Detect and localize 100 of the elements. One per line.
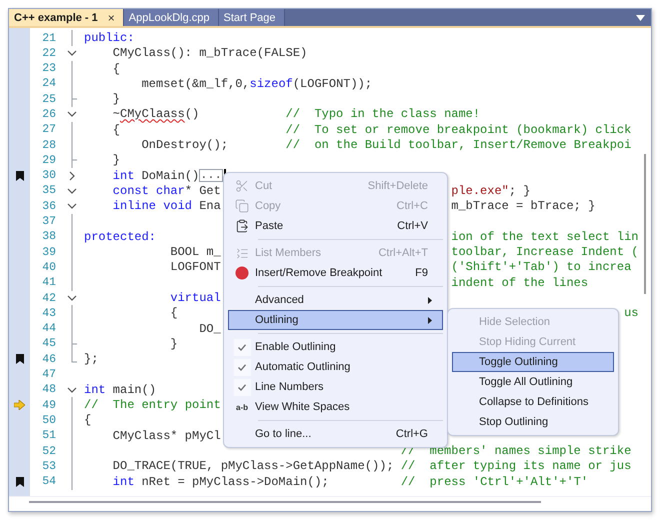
chevron-down-icon[interactable] (68, 387, 76, 393)
shortcut-text: Shift+Delete (368, 180, 428, 192)
chevron-down-icon[interactable] (68, 112, 76, 118)
line-number: 54 (41, 475, 57, 488)
line-number: 21 (41, 32, 57, 44)
line-number: 22 (41, 46, 57, 60)
editor-tab[interactable]: C++ example - 1 × (9, 9, 124, 26)
line-number: 49 (41, 398, 57, 412)
line-number: 26 (41, 108, 57, 121)
shortcut-text: Ctrl+Alt+T (378, 247, 428, 259)
dropdown-arrow-icon[interactable] (636, 15, 645, 21)
line-number: 53 (41, 460, 57, 473)
line-number: 46 (41, 352, 57, 366)
list-icon (236, 246, 248, 260)
paste-icon (235, 219, 249, 233)
code-line: }; (84, 352, 98, 366)
code-line: DO_ (199, 322, 221, 336)
line-number: 28 (41, 138, 57, 152)
menu-item[interactable]: Automatic Outlining (228, 357, 443, 377)
line-number: 23 (41, 62, 57, 76)
line-number: 41 (41, 276, 57, 290)
chevron-down-icon[interactable] (68, 296, 76, 301)
shortcut-text: F9 (415, 267, 428, 279)
submenu-arrow-icon (428, 316, 432, 324)
code-line: } (170, 336, 178, 351)
code-line: inline void Ena (112, 199, 221, 214)
close-tab-button[interactable]: × (108, 10, 115, 24)
code-text: m_bTrace = bTrace; } (451, 199, 596, 214)
line-number: 50 (41, 414, 57, 427)
line-number: 42 (41, 292, 57, 305)
scrollbar-thumb[interactable] (644, 154, 646, 294)
code-line: // The entry point (84, 398, 221, 412)
code-line: CMyClass(): m_bTrace(FALSE) (112, 46, 308, 60)
line-number: 51 (41, 429, 57, 442)
line-number: 36 (41, 200, 57, 213)
line-number: 38 (41, 230, 57, 244)
menu-item[interactable]: Toggle All Outlining (452, 372, 614, 392)
code-line: virtual (170, 291, 221, 306)
code-line: } (112, 92, 120, 106)
chevron-down-icon[interactable] (68, 50, 76, 56)
line-number: 44 (41, 322, 57, 336)
editor-tab[interactable]: Start Page (218, 9, 285, 26)
menu-item[interactable]: Line Numbers (228, 377, 443, 397)
scissors-icon (235, 179, 249, 193)
menu-item[interactable]: Toggle Outlining (452, 352, 614, 372)
menu-item[interactable]: Collapse to Definitions (452, 392, 614, 412)
shortcut-text: Ctrl+V (397, 220, 428, 232)
whitespace-icon: a-b (236, 402, 248, 412)
code-line: CMyClass* pMyCl (112, 428, 221, 443)
shortcut-text: Ctrl+G (396, 428, 428, 440)
submenu-arrow-icon (428, 296, 432, 304)
scrollbar-thumb[interactable] (29, 501, 541, 503)
line-number: 40 (41, 260, 57, 274)
code-line: protected: (84, 230, 156, 244)
line-number: 48 (41, 383, 57, 396)
code-line: public: (84, 31, 134, 45)
menu-item[interactable]: Stop Outlining (452, 412, 614, 432)
breakpoint-icon (235, 266, 249, 280)
code-line: LOGFONT (170, 260, 221, 274)
line-number: 35 (41, 184, 57, 198)
editor-tab[interactable]: AppLookDlg.cpp (124, 9, 219, 26)
code-line: { (170, 306, 178, 320)
code-line: ~CMyClaass() // Typo in the class name! (112, 107, 480, 122)
code-line: const char* Get (112, 184, 221, 198)
code-line: BOOL m_ (170, 245, 221, 260)
code-line: { (112, 62, 120, 76)
copy-icon (235, 199, 249, 213)
menu-item[interactable]: Insert/Remove Breakpoint F9 (228, 263, 443, 283)
line-number: 27 (41, 123, 57, 136)
chevron-down-icon[interactable] (68, 188, 76, 194)
code-line: OnDestroy(); // on the Build toolbar, Insert/Remove Breakpoi (142, 138, 632, 152)
code-line: } (112, 153, 120, 168)
code-line: int main() (84, 382, 156, 397)
code-line: { (84, 413, 92, 428)
line-number: 45 (41, 337, 57, 350)
line-number: 47 (41, 368, 57, 381)
line-number: 30 (41, 169, 57, 182)
code-text: toolbar, Increase Indent ( (451, 245, 638, 260)
code-line: int nRet = pMyClass->DoMain(); // press 'Ctrl'+'Alt'+'T' (112, 474, 588, 489)
menu-item[interactable]: Paste Ctrl+V (228, 216, 443, 236)
line-number: 37 (41, 215, 57, 228)
chevron-right-icon[interactable] (70, 171, 75, 180)
code-text: indent of the lines (451, 276, 588, 290)
chevron-down-icon[interactable] (68, 204, 76, 210)
code-text: us (624, 306, 638, 320)
code-text: ion of the text select lin (451, 230, 638, 244)
menu-item[interactable]: Enable Outlining (228, 337, 443, 357)
line-number: 52 (41, 444, 57, 458)
line-number: 43 (41, 306, 57, 320)
code-line: DO_TRACE(TRUE, pMyClass->GetAppName()); // after typing its name or jus (112, 459, 632, 474)
line-number: 24 (41, 77, 57, 90)
code-text: ('Shift'+'Tab') to increa (451, 260, 632, 274)
line-number: 25 (41, 92, 57, 106)
code-line: memset(&m_lf,0,sizeof(LOGFONT)); (142, 76, 372, 91)
menu-item[interactable]: a-b View White Spaces (228, 397, 443, 417)
menu-item[interactable]: Go to line... Ctrl+G (228, 424, 443, 444)
code-line: { // To set or remove breakpoint (bookmark) click (112, 122, 632, 137)
menu-item[interactable]: Outlining (228, 310, 443, 330)
shortcut-text: Ctrl+C (396, 200, 428, 212)
menu-item[interactable]: Advanced (228, 290, 443, 310)
